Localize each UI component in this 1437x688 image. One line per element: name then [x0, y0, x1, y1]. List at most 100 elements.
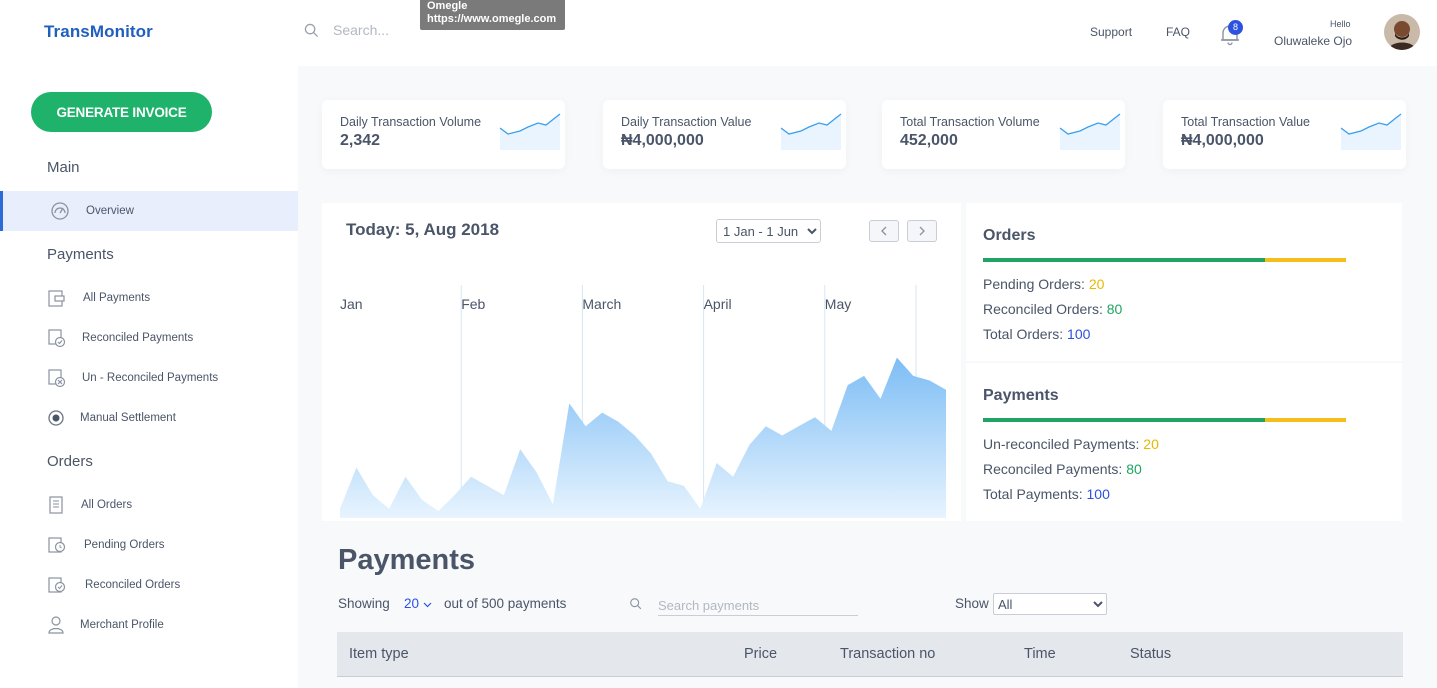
sidebar-item-label: Reconciled Orders: [85, 579, 181, 591]
chevron-left-icon: [881, 226, 887, 236]
section-title-orders: Orders: [47, 453, 93, 470]
stat-card-total-value: Total Transaction Value ₦4,000,000: [1163, 100, 1406, 169]
total-payments-value: 100: [1086, 486, 1110, 502]
sidebar-item-label: Un - Reconciled Payments: [82, 372, 219, 384]
section-title-main: Main: [47, 159, 80, 176]
page-size-value: 20: [404, 596, 420, 611]
prev-button[interactable]: [869, 220, 899, 242]
sidebar-item-unreconciled-payments[interactable]: Un - Reconciled Payments: [0, 358, 298, 398]
showing-label: Showing: [338, 596, 390, 611]
reconciled-orders: Reconciled Orders: 80: [983, 301, 1122, 317]
column-header-price[interactable]: Price: [744, 646, 777, 662]
user-icon: [48, 616, 64, 634]
unreconciled-payments-value: 20: [1143, 436, 1159, 452]
search-icon: [630, 598, 642, 610]
total-orders-value: 100: [1067, 326, 1091, 342]
total-orders-label: Total Orders:: [983, 326, 1064, 342]
sidebar-item-label: Manual Settlement: [80, 412, 176, 424]
sidebar-item-label: All Payments: [83, 292, 151, 304]
sidebar-item-pending-orders[interactable]: Pending Orders: [0, 525, 298, 565]
sidebar-item-label: Reconciled Payments: [82, 332, 194, 344]
stat-value: 452,000: [900, 132, 958, 149]
payments-progress-green: [983, 418, 1265, 422]
month-label: Feb: [461, 296, 485, 312]
stat-card-daily-volume: Daily Transaction Volume 2,342: [322, 100, 565, 169]
sidebar-item-label: Merchant Profile: [80, 619, 164, 631]
sparkline-icon: [780, 113, 842, 150]
show-filter-label: Show: [955, 596, 989, 611]
orders-progress-green: [983, 258, 1265, 262]
wallet-icon: [48, 290, 65, 307]
chevron-down-icon: [423, 602, 432, 608]
payments-search-input[interactable]: [658, 595, 858, 616]
faq-link[interactable]: FAQ: [1166, 25, 1190, 39]
total-payments: Total Payments: 100: [983, 486, 1110, 502]
stat-label: Daily Transaction Volume: [340, 115, 482, 129]
sidebar-item-merchant-profile[interactable]: Merchant Profile: [0, 605, 298, 645]
area-chart: Jan Feb March April May: [340, 285, 946, 518]
tooltip-url: https://www.omegle.com: [427, 13, 557, 25]
next-button[interactable]: [907, 220, 937, 242]
user-name[interactable]: Oluwaleke Ojo: [1274, 34, 1352, 48]
pending-orders-label: Pending Orders:: [983, 276, 1085, 292]
brand-logo[interactable]: TransMonitor: [44, 22, 153, 42]
stat-label: Daily Transaction Value: [621, 115, 752, 129]
reconciled-payments-value: 80: [1126, 461, 1142, 477]
total-payments-label: Total Payments:: [983, 486, 1083, 502]
month-label: March: [582, 296, 621, 312]
sparkline-icon: [1340, 113, 1402, 150]
avatar[interactable]: [1384, 14, 1420, 50]
month-label: May: [825, 296, 851, 312]
sidebar-item-overview[interactable]: Overview: [0, 191, 298, 231]
avatar-image: [1384, 14, 1420, 50]
sidebar-item-label: Overview: [86, 205, 134, 217]
sidebar-item-reconciled-orders[interactable]: Reconciled Orders: [0, 565, 298, 605]
payments-progress-yellow: [1265, 418, 1346, 422]
pending-orders: Pending Orders: 20: [983, 276, 1104, 292]
reconciled-payments-label: Reconciled Payments:: [983, 461, 1123, 477]
receipt-clock-icon: [48, 537, 66, 553]
stat-value: ₦4,000,000: [621, 132, 704, 149]
column-header-item-type[interactable]: Item type: [349, 646, 409, 662]
reconciled-payments: Reconciled Payments: 80: [983, 461, 1142, 477]
transaction-area-series: [340, 357, 946, 518]
generate-invoice-button[interactable]: GENERATE INVOICE: [31, 92, 212, 132]
date-range-select[interactable]: 1 Jan - 1 Jun: [716, 219, 821, 243]
column-header-status[interactable]: Status: [1130, 646, 1171, 662]
column-header-time[interactable]: Time: [1024, 646, 1056, 662]
transactions-chart-panel: Jan Feb March April May Today: 5, Aug 2018 1…: [322, 203, 961, 521]
show-filter-select[interactable]: All: [993, 593, 1107, 615]
sidebar-item-manual-settlement[interactable]: Manual Settlement: [0, 398, 298, 438]
stat-card-daily-value: Daily Transaction Value ₦4,000,000: [603, 100, 846, 169]
payments-table-header: Item type Price Transaction no Time Stat…: [337, 632, 1403, 677]
month-label: April: [704, 296, 732, 312]
sidebar-item-reconciled-payments[interactable]: Reconciled Payments: [0, 318, 298, 358]
orders-summary-panel: Orders Pending Orders: 20 Reconciled Ord…: [966, 203, 1402, 361]
sidebar-item-label: All Orders: [81, 499, 133, 511]
support-link[interactable]: Support: [1090, 25, 1132, 39]
orders-title: Orders: [983, 227, 1036, 244]
chevron-right-icon: [919, 226, 925, 236]
section-title-payments: Payments: [47, 246, 114, 263]
stat-value: ₦4,000,000: [1181, 132, 1264, 149]
payments-title: Payments: [338, 544, 476, 576]
chart-date-title: Today: 5, Aug 2018: [346, 220, 500, 239]
orders-progress-yellow: [1265, 258, 1346, 262]
receipt-check-icon: [48, 577, 66, 593]
column-header-transaction-no[interactable]: Transaction no: [840, 646, 935, 662]
page-size-dropdown[interactable]: 20: [404, 596, 432, 611]
reconciled-orders-label: Reconciled Orders:: [983, 301, 1103, 317]
unreconciled-payments-label: Un-reconciled Payments:: [983, 436, 1140, 452]
sidebar-item-all-payments[interactable]: All Payments: [0, 278, 298, 318]
dashboard-gauge-icon: [51, 202, 69, 220]
stat-label: Total Transaction Volume: [900, 115, 1040, 129]
payments-summary-panel: Payments Un-reconciled Payments: 20 Reco…: [966, 363, 1402, 521]
unreconciled-payments: Un-reconciled Payments: 20: [983, 436, 1159, 452]
stat-value: 2,342: [340, 132, 381, 149]
greeting: Hello: [1330, 19, 1351, 29]
link-tooltip: Omegle https://www.omegle.com: [420, 0, 565, 30]
stat-label: Total Transaction Value: [1181, 115, 1311, 129]
reconciled-orders-value: 80: [1106, 301, 1123, 317]
sidebar-item-all-orders[interactable]: All Orders: [0, 485, 298, 525]
month-label: Jan: [340, 296, 363, 312]
